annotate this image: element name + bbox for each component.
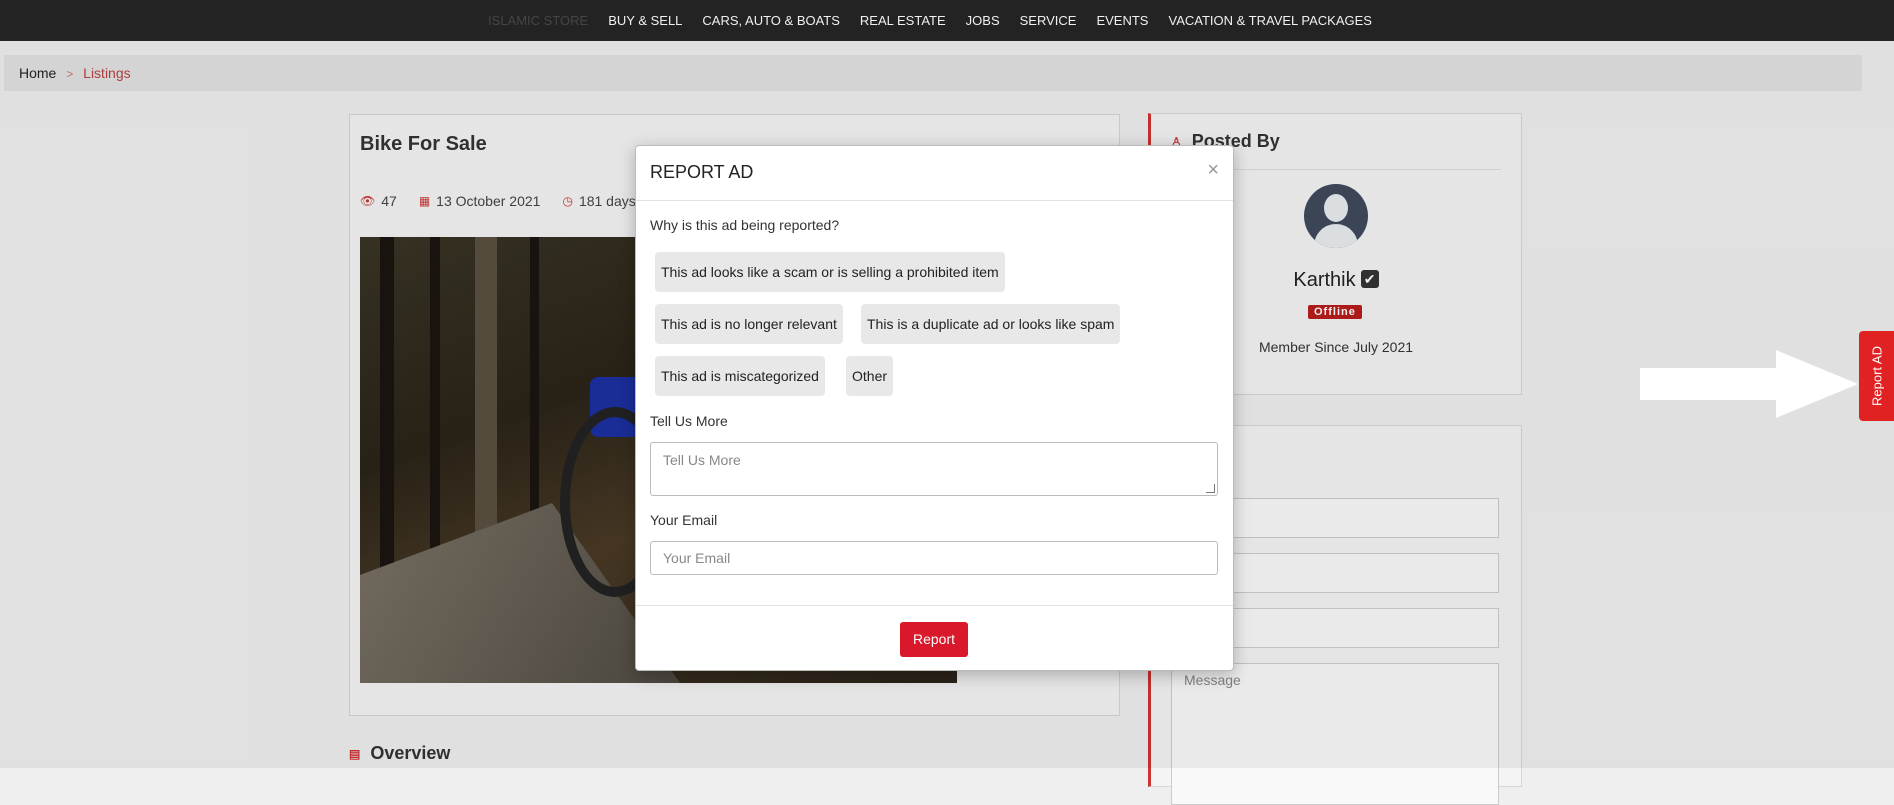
report-question: Why is this ad being reported? xyxy=(650,217,840,233)
tell-us-more-label: Tell Us More xyxy=(650,413,728,429)
modal-footer-divider xyxy=(636,605,1233,606)
report-ad-modal: REPORT AD × Why is this ad being reporte… xyxy=(635,145,1234,671)
reason-duplicate-button[interactable]: This is a duplicate ad or looks like spa… xyxy=(861,304,1121,344)
reason-not-relevant-button[interactable]: This ad is no longer relevant xyxy=(655,304,843,344)
modal-title: REPORT AD xyxy=(650,162,754,182)
report-ad-side-tab[interactable]: Report AD xyxy=(1859,331,1894,421)
email-placeholder: Your Email xyxy=(663,550,731,566)
arrow-right-icon xyxy=(1640,350,1858,418)
reason-other-button[interactable]: Other xyxy=(846,356,894,396)
your-email-label: Your Email xyxy=(650,512,718,528)
close-icon[interactable]: × xyxy=(1207,159,1219,182)
reason-miscategorized-button[interactable]: This ad is miscategorized xyxy=(655,356,825,396)
email-input[interactable]: Your Email xyxy=(650,541,1218,575)
resize-handle[interactable] xyxy=(1206,484,1215,493)
reason-scam-button[interactable]: This ad looks like a scam or is selling … xyxy=(655,252,1005,292)
modal-header: REPORT AD × xyxy=(636,146,1233,201)
tell-us-more-placeholder: Tell Us More xyxy=(663,452,741,468)
side-tab-label: Report AD xyxy=(1869,346,1884,406)
tell-us-more-textarea[interactable]: Tell Us More xyxy=(650,442,1218,496)
report-button[interactable]: Report xyxy=(900,622,968,657)
